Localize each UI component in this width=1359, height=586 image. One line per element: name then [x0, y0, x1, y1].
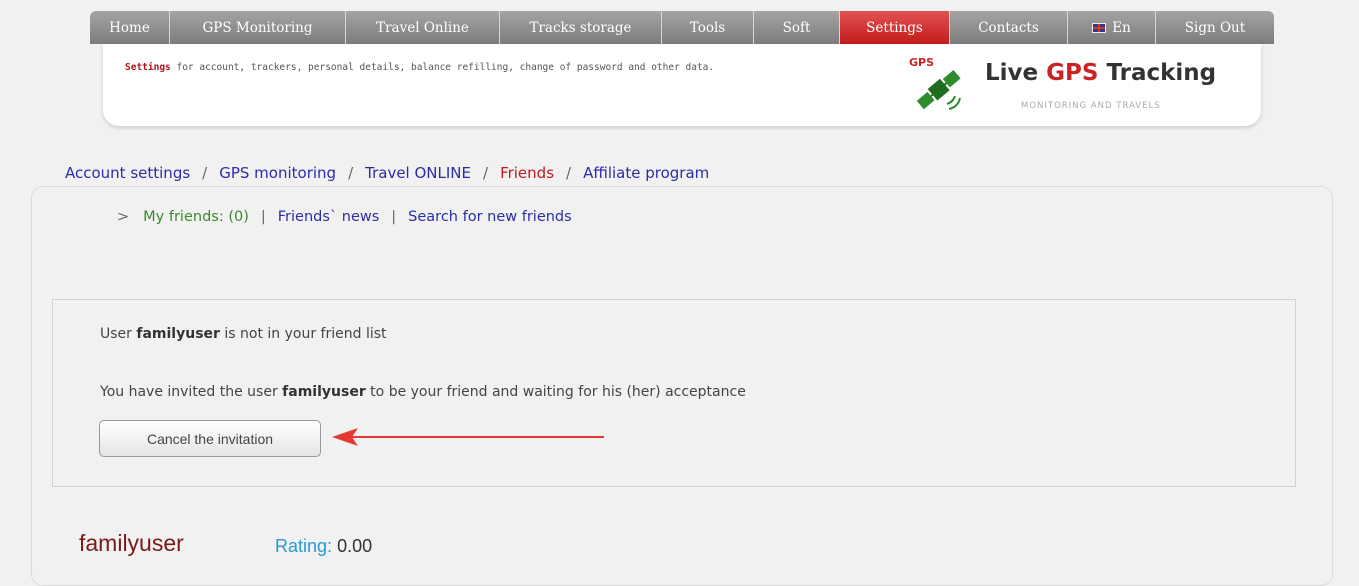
- logo-title-gps: GPS: [1046, 60, 1099, 86]
- nav-home[interactable]: Home: [90, 11, 170, 44]
- not-friend-message: User familyuser is not in your friend li…: [100, 326, 387, 342]
- nav-sign-out[interactable]: Sign Out: [1156, 11, 1274, 44]
- profile-rating: Rating: 0.00: [275, 536, 372, 557]
- header-banner: Settings for account, trackers, personal…: [103, 44, 1261, 126]
- nav-tools-label: Tools: [689, 19, 726, 36]
- friends-subnav: > My friends: (0) | Friends` news | Search fo…: [117, 209, 572, 225]
- msg1-post: is not in your friend list: [219, 326, 387, 342]
- logo-title-part2: Tracking: [1098, 60, 1217, 86]
- nav-soft[interactable]: Soft: [754, 11, 840, 44]
- nav-travel-online-label: Travel Online: [376, 19, 469, 36]
- nav-gps-monitoring-label: GPS Monitoring: [202, 19, 313, 36]
- current-indicator-arrow: >: [117, 209, 130, 225]
- nav-contacts-label: Contacts: [978, 19, 1039, 36]
- msg1-pre: User: [100, 326, 137, 342]
- nav-language[interactable]: En: [1068, 11, 1156, 44]
- logo-title: Live GPS Tracking: [985, 60, 1216, 86]
- tab-affiliate-program[interactable]: Affiliate program: [583, 164, 709, 182]
- tab-separator: /: [348, 164, 354, 182]
- nav-tracks-storage-label: Tracks storage: [529, 19, 632, 36]
- settings-description-title: Settings: [125, 62, 171, 73]
- nav-contacts[interactable]: Contacts: [950, 11, 1068, 44]
- settings-tabs: Account settings / GPS monitoring / Travel O…: [65, 164, 709, 182]
- nav-settings[interactable]: Settings: [840, 11, 950, 44]
- logo-subtitle: MONITORING AND TRAVELS: [1021, 101, 1161, 111]
- subnav-search-friends[interactable]: Search for new friends: [408, 209, 572, 225]
- nav-tracks-storage[interactable]: Tracks storage: [500, 11, 662, 44]
- subnav-separator: |: [391, 209, 397, 225]
- nav-travel-online[interactable]: Travel Online: [346, 11, 500, 44]
- tab-gps-monitoring[interactable]: GPS monitoring: [219, 164, 336, 182]
- nav-settings-label: Settings: [866, 19, 923, 36]
- logo-gps-small-text: GPS: [909, 56, 935, 69]
- nav-soft-label: Soft: [782, 19, 811, 36]
- profile-username: familyuser: [79, 530, 184, 556]
- tab-separator: /: [202, 164, 208, 182]
- settings-description: Settings for account, trackers, personal…: [125, 62, 714, 73]
- tab-friends[interactable]: Friends: [500, 164, 554, 182]
- tab-separator: /: [566, 164, 572, 182]
- tab-travel-online[interactable]: Travel ONLINE: [365, 164, 471, 182]
- msg2-post: to be your friend and waiting for his (h…: [365, 384, 746, 400]
- nav-tools[interactable]: Tools: [662, 11, 754, 44]
- red-arrow-annotation: [332, 428, 604, 446]
- uk-flag-icon: [1092, 22, 1107, 33]
- subnav-my-friends[interactable]: My friends: (0): [143, 209, 249, 225]
- main-nav: Home GPS Monitoring Travel Online Tracks…: [90, 11, 1274, 44]
- nav-home-label: Home: [109, 19, 150, 36]
- settings-description-text: for account, trackers, personal details,…: [170, 62, 715, 73]
- tab-account-settings[interactable]: Account settings: [65, 164, 190, 182]
- logo-title-part1: Live: [985, 60, 1047, 86]
- subnav-friends-news[interactable]: Friends` news: [278, 209, 380, 225]
- subnav-separator: |: [260, 209, 266, 225]
- rating-value: 0.00: [337, 536, 373, 556]
- nav-language-label: En: [1112, 19, 1131, 36]
- tab-separator: /: [483, 164, 489, 182]
- cancel-invitation-button[interactable]: Cancel the invitation: [99, 420, 321, 457]
- msg1-username: familyuser: [136, 326, 220, 342]
- nav-sign-out-label: Sign Out: [1184, 19, 1246, 36]
- msg2-username: familyuser: [282, 384, 366, 400]
- rating-label: Rating:: [275, 536, 333, 556]
- nav-gps-monitoring[interactable]: GPS Monitoring: [170, 11, 346, 44]
- msg2-pre: You have invited the user: [100, 384, 283, 400]
- invitation-pending-message: You have invited the user familyuser to …: [100, 384, 746, 400]
